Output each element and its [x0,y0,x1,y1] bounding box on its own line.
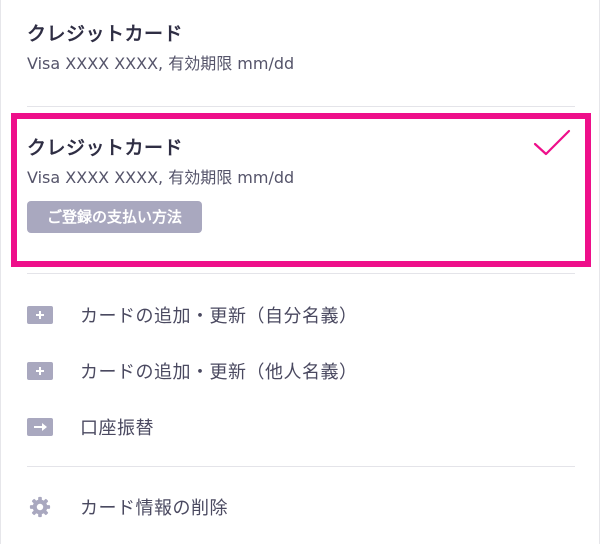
menu-item-label: カードの追加・更新（他人名義） [80,362,358,383]
divider [27,106,575,107]
bank-transfer-button[interactable]: 口座振替 [27,412,567,442]
plus-card-icon [27,362,53,380]
checkmark-icon [533,129,571,156]
card-title: クレジットカード [27,23,184,45]
add-card-self-button[interactable]: カードの追加・更新（自分名義） [27,300,567,330]
plus-card-icon [27,306,53,324]
registered-payment-badge: ご登録の支払い方法 [27,201,203,233]
divider [27,273,575,274]
card-title: クレジットカード [27,137,184,159]
card-detail: Visa XXXX XXXX, 有効期限 mm/dd [27,168,295,187]
gear-icon [27,496,53,518]
divider [27,466,575,467]
payment-methods-panel: クレジットカード Visa XXXX XXXX, 有効期限 mm/dd クレジッ… [0,0,600,544]
card-detail: Visa XXXX XXXX, 有効期限 mm/dd [27,54,295,73]
menu-item-label: 口座振替 [80,418,154,439]
payment-card-option-selected[interactable]: クレジットカード Visa XXXX XXXX, 有効期限 mm/dd ご登録の… [27,136,567,233]
payment-card-option[interactable]: クレジットカード Visa XXXX XXXX, 有効期限 mm/dd [27,22,567,75]
menu-item-label: カードの追加・更新（自分名義） [80,306,358,327]
delete-card-info-button[interactable]: カード情報の削除 [27,492,567,522]
arrow-right-box-icon [27,418,53,436]
menu-item-label: カード情報の削除 [80,498,228,519]
add-card-other-button[interactable]: カードの追加・更新（他人名義） [27,356,567,386]
